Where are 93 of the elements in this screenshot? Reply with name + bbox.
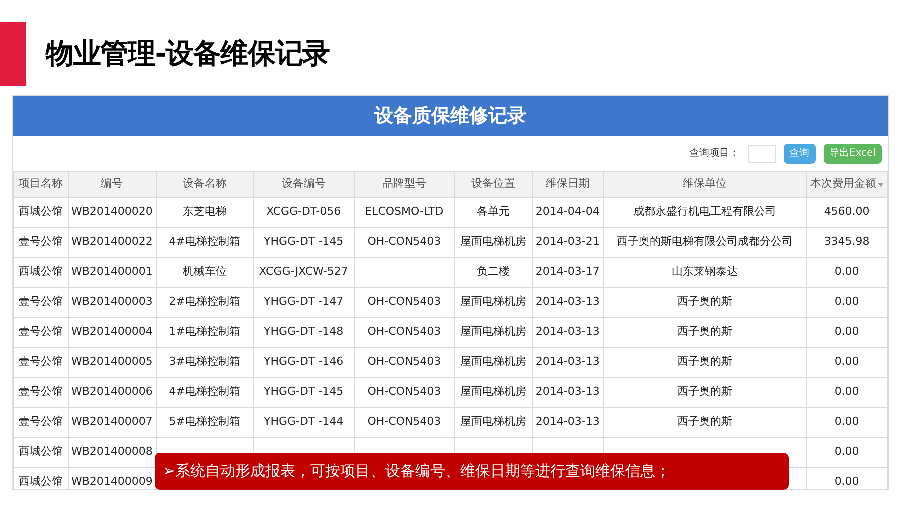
table-cell: 0.00 (834, 475, 860, 488)
table-cell: XCGG-DT-056 (266, 205, 342, 218)
table-cell: 0.00 (834, 415, 860, 428)
table-cell: 0.00 (834, 385, 860, 398)
table-cell: WB201400004 (71, 325, 153, 338)
table-cell: YHGG-DT -145 (264, 235, 344, 248)
table-cell: 各单元 (477, 205, 510, 218)
table-cell: OH-CON5403 (368, 235, 442, 248)
table-cell: 屋面电梯机房 (460, 355, 527, 368)
sort-down-icon (878, 182, 884, 186)
table-cell: 壹号公馆 (18, 355, 63, 368)
table-cell: 0.00 (834, 445, 860, 458)
table-cell: YHGG-DT -147 (264, 295, 344, 308)
page-title: 物业管理-设备维保记录 (46, 36, 330, 72)
table-cell: YHGG-DT -148 (264, 325, 344, 338)
table-cell: 2014-03-13 (536, 385, 600, 398)
table-cell: 4560.00 (824, 205, 870, 218)
table-cell: 西子奥的斯 (677, 385, 732, 398)
table-cell: YHGG-DT -146 (264, 355, 344, 368)
table-cell: 西城公馆 (18, 265, 63, 278)
table-cell: 负二楼 (477, 265, 510, 278)
table-cell: 屋面电梯机房 (460, 295, 527, 308)
table-cell: WB201400005 (71, 355, 153, 368)
column-header[interactable]: 设备名称 (156, 172, 254, 198)
table-cell: 西城公馆 (18, 205, 63, 218)
table-cell: WB201400001 (71, 265, 153, 278)
table-cell: OH-CON5403 (368, 355, 442, 368)
search-label: 查询项目： (690, 146, 740, 161)
table-cell: 0.00 (834, 325, 860, 338)
table-cell: WB201400006 (71, 385, 153, 398)
panel-title: 设备质保维修记录 (374, 104, 526, 129)
table-cell: 2014-04-04 (536, 205, 600, 218)
table-cell: 成都永盛行机电工程有限公司 (633, 205, 776, 218)
table-cell: ELCOSMO-LTD (365, 205, 444, 218)
table-cell: 2014-03-13 (536, 295, 600, 308)
table-cell: 西城公馆 (18, 445, 63, 458)
table-cell: WB201400020 (71, 205, 153, 218)
column-header[interactable]: 编号 (68, 172, 156, 198)
table-cell: 3#电梯控制箱 (169, 355, 240, 368)
table-cell: 4#电梯控制箱 (169, 385, 240, 398)
column-header[interactable]: 项目名称 (14, 172, 68, 198)
table-cell: XCGG-JXCW-527 (259, 265, 348, 278)
table-cell: 西子奥的斯 (677, 355, 732, 368)
table-cell: YHGG-DT -145 (264, 385, 344, 398)
table-cell: OH-CON5403 (368, 295, 442, 308)
table-cell: 西子奥的斯 (677, 415, 732, 428)
table-cell: 东芝电梯 (182, 205, 227, 218)
table-cell: 西子奥的斯电梯有限公司成都分公司 (616, 235, 793, 248)
column-header[interactable]: 设备位置 (454, 172, 532, 198)
table-cell: 屋面电梯机房 (460, 325, 527, 338)
accent-bar (0, 22, 26, 86)
table-cell: 壹号公馆 (18, 415, 63, 428)
column-header[interactable]: 维保单位 (603, 172, 807, 198)
table-cell: 屋面电梯机房 (460, 385, 527, 398)
table-cell: 山东莱钢泰达 (672, 265, 738, 278)
table-cell: 4#电梯控制箱 (169, 235, 240, 248)
table-cell: YHGG-DT -144 (264, 415, 344, 428)
table-cell: 壹号公馆 (18, 385, 63, 398)
table-cell: 西子奥的斯 (677, 295, 732, 308)
table-cell: 西子奥的斯 (677, 325, 732, 338)
table-cell: 2#电梯控制箱 (169, 295, 240, 308)
table-cell: 壹号公馆 (18, 295, 63, 308)
table-cell: 0.00 (834, 265, 860, 278)
table-cell: 2014-03-13 (536, 355, 600, 368)
table-cell: 2014-03-13 (536, 415, 600, 428)
table-cell: 0.00 (834, 355, 860, 368)
table-cell: 5#电梯控制箱 (169, 415, 240, 428)
table-cell: WB201400008 (71, 445, 153, 458)
table-cell: 壹号公馆 (18, 235, 63, 248)
callout-text: ➢系统自动形成报表，可按项目、设备编号、维保日期等进行查询维保信息； (163, 461, 671, 482)
table-cell: 屋面电梯机房 (460, 235, 527, 248)
table-cell: 0.00 (834, 295, 860, 308)
column-header[interactable]: 品牌型号 (354, 172, 455, 198)
table-cell: 2014-03-17 (536, 265, 600, 278)
search-field[interactable] (748, 144, 776, 162)
table-cell: OH-CON5403 (368, 385, 442, 398)
table-cell: OH-CON5403 (368, 415, 442, 428)
table-cell: 西城公馆 (18, 475, 63, 488)
table-cell: 屋面电梯机房 (460, 415, 527, 428)
table-cell: OH-CON5403 (368, 325, 442, 338)
column-header[interactable]: 设备编号 (253, 172, 354, 198)
table-cell: 2014-03-13 (536, 325, 600, 338)
table-cell: 壹号公馆 (18, 325, 63, 338)
table-cell: WB201400003 (71, 295, 153, 308)
table-cell: 3345.98 (824, 235, 870, 248)
column-header[interactable]: 维保日期 (532, 172, 604, 198)
table-cell: 机械车位 (182, 265, 227, 278)
column-header[interactable]: 本次费用金额 (806, 172, 888, 198)
table-cell: WB201400009 (71, 475, 153, 488)
table-cell: 1#电梯控制箱 (169, 325, 240, 338)
table-cell: 2014-03-21 (536, 235, 600, 248)
table-cell: WB201400022 (71, 235, 153, 248)
table-cell: WB201400007 (71, 415, 153, 428)
